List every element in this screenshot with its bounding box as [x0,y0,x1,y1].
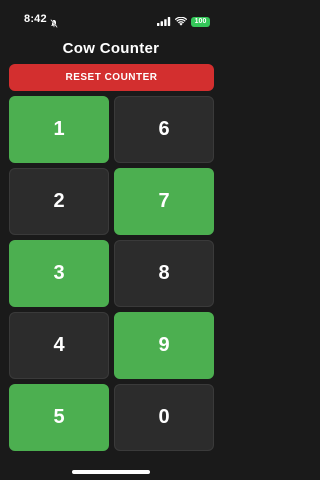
reset-counter-button[interactable]: RESET COUNTER [9,64,214,91]
app-screen: 8:42 100 Cow Counter RESET COUNTER 1 6 2… [0,0,222,480]
page-title: Cow Counter [62,40,160,57]
signal-icon [157,13,171,31]
counter-button-6[interactable]: 6 [114,96,214,163]
home-indicator[interactable] [72,470,150,474]
counter-button-5[interactable]: 5 [9,384,109,451]
counter-button-4[interactable]: 4 [9,312,109,379]
counter-button-1[interactable]: 1 [9,96,109,163]
counter-button-3[interactable]: 3 [9,240,109,307]
bell-slash-icon [50,15,58,28]
battery-icon: 100 [191,17,210,27]
counter-button-0[interactable]: 0 [114,384,214,451]
status-bar: 8:42 100 [0,0,222,36]
status-right: 100 [157,13,210,31]
counter-grid: 1 6 2 7 3 8 4 9 5 0 [9,96,214,451]
counter-button-9[interactable]: 9 [114,312,214,379]
wifi-icon [174,13,188,31]
status-left: 8:42 [24,13,58,28]
counter-button-2[interactable]: 2 [9,168,109,235]
status-time: 8:42 [24,13,47,25]
counter-button-7[interactable]: 7 [114,168,214,235]
counter-button-8[interactable]: 8 [114,240,214,307]
